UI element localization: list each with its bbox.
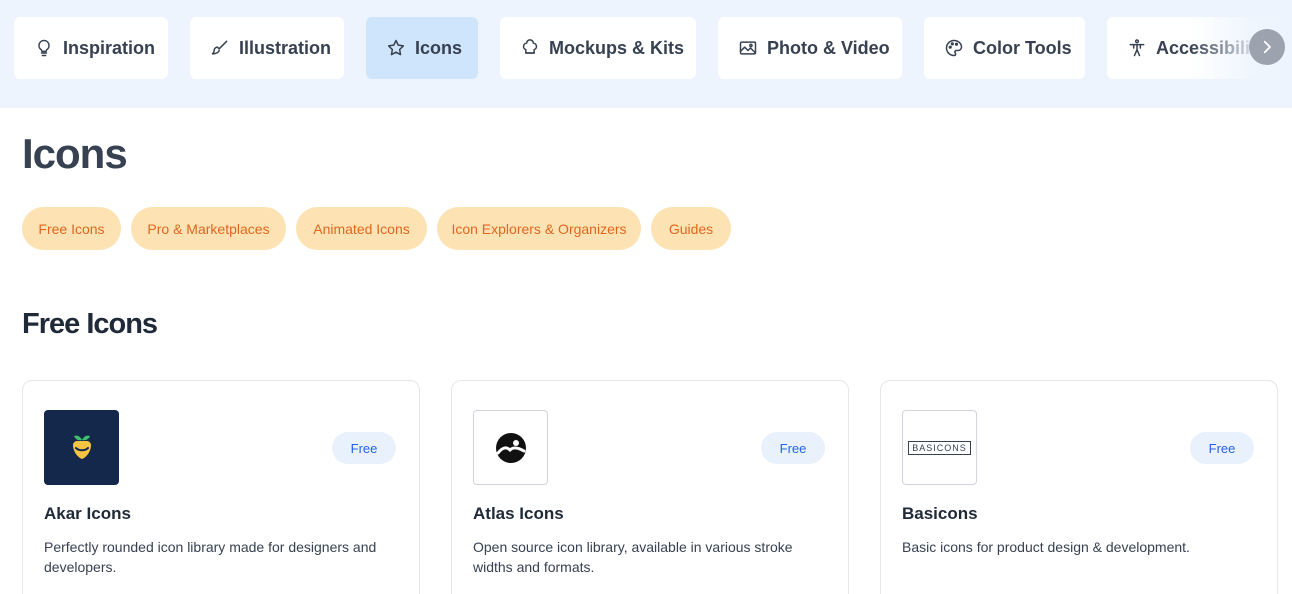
price-badge: Free bbox=[332, 432, 396, 464]
brush-icon bbox=[211, 40, 228, 55]
category-tab-color-tools[interactable]: Color Tools bbox=[924, 17, 1085, 79]
turnip-icon bbox=[72, 435, 91, 459]
scroll-right-button[interactable] bbox=[1249, 29, 1285, 65]
chef-hat-icon bbox=[522, 39, 538, 54]
akar-icons-logo bbox=[44, 410, 119, 485]
accessibility-icon bbox=[1129, 39, 1145, 57]
image-icon bbox=[739, 41, 757, 55]
category-label: Photo & Video bbox=[767, 37, 890, 58]
palette-icon bbox=[945, 39, 963, 57]
resource-card-atlas-icons[interactable]: Free Atlas Icons Open source icon librar… bbox=[451, 380, 849, 594]
filter-pill-free-icons[interactable]: Free Icons bbox=[22, 207, 121, 250]
basicons-wordmark: BASICONS bbox=[908, 440, 971, 455]
card-description: Open source icon library, available in v… bbox=[473, 539, 793, 575]
category-tab-illustration[interactable]: Illustration bbox=[190, 17, 344, 79]
star-icon bbox=[387, 39, 405, 56]
card-description: Perfectly rounded icon library made for … bbox=[44, 539, 377, 575]
category-label: Icons bbox=[415, 37, 463, 58]
filter-pill-icon-explorers[interactable]: Icon Explorers & Organizers bbox=[437, 207, 641, 250]
resource-card-akar-icons[interactable]: Free Akar Icons Perfectly rounded icon l… bbox=[22, 380, 420, 594]
card-title[interactable]: Basicons bbox=[902, 504, 978, 524]
section-title: Free Icons bbox=[22, 308, 158, 340]
card-title[interactable]: Akar Icons bbox=[44, 504, 131, 524]
resource-card-basicons[interactable]: BASICONS Free Basicons Basic icons for p… bbox=[880, 380, 1278, 594]
basicons-logo: BASICONS bbox=[902, 410, 977, 485]
atlas-globe-icon bbox=[495, 432, 526, 463]
category-tab-icons[interactable]: Icons bbox=[366, 17, 478, 79]
price-badge: Free bbox=[761, 432, 825, 464]
card-title[interactable]: Atlas Icons bbox=[473, 504, 564, 524]
filter-pill-guides[interactable]: Guides bbox=[651, 207, 731, 250]
filter-pill-animated-icons[interactable]: Animated Icons bbox=[296, 207, 427, 250]
category-label: Inspiration bbox=[63, 37, 156, 58]
category-label: Illustration bbox=[239, 37, 332, 58]
card-description: Basic icons for product design & develop… bbox=[902, 539, 1190, 555]
atlas-icons-logo bbox=[473, 410, 548, 485]
category-label: Color Tools bbox=[973, 37, 1072, 58]
category-tab-inspiration[interactable]: Inspiration bbox=[14, 17, 168, 79]
category-tab-mockups-kits[interactable]: Mockups & Kits bbox=[500, 17, 696, 79]
chevron-right-icon bbox=[1263, 40, 1271, 54]
category-bar: Inspiration Illustration Icons Mockups &… bbox=[0, 0, 1292, 108]
category-label: Mockups & Kits bbox=[549, 37, 685, 58]
price-badge: Free bbox=[1190, 432, 1254, 464]
lightbulb-icon bbox=[38, 39, 50, 57]
category-tab-photo-video[interactable]: Photo & Video bbox=[718, 17, 902, 79]
page-title: Icons bbox=[22, 130, 128, 177]
filter-pill-pro-marketplaces[interactable]: Pro & Marketplaces bbox=[131, 207, 286, 250]
